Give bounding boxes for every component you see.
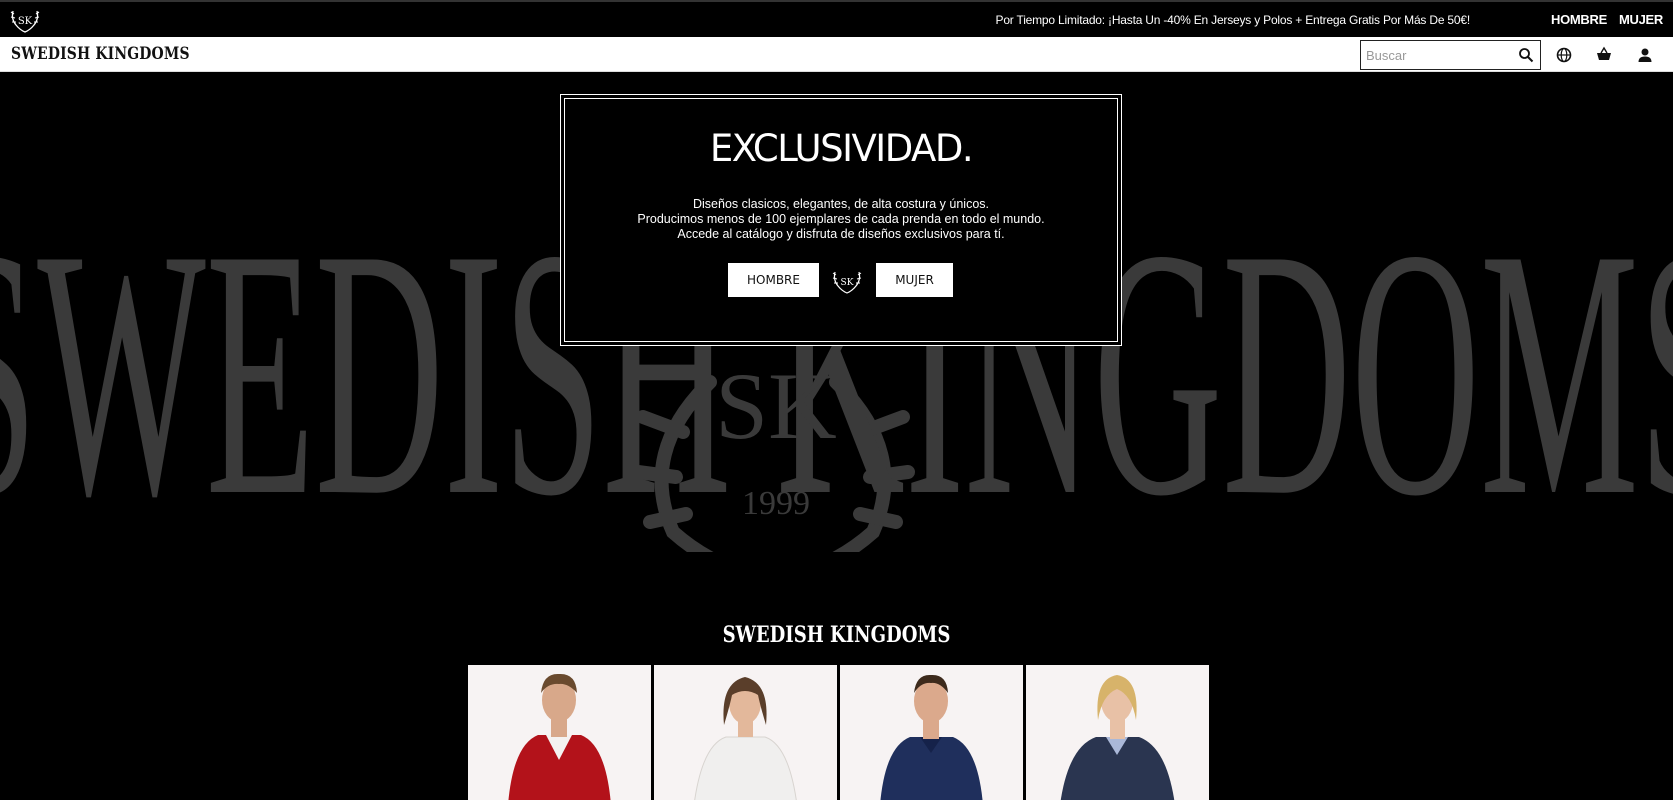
- section-title: SWEDISH KINGDOMS: [722, 622, 951, 648]
- modal-title: EXCLUSIVIDAD.: [709, 127, 974, 170]
- emblem-year: 1999: [742, 485, 810, 522]
- product-card[interactable]: [468, 665, 651, 800]
- hero-banner: SWEDISH KINGDOMS SK 1999 EXCLUSIVIDAD. D…: [0, 72, 1673, 602]
- modal-line-1: Diseños clasicos, elegantes, de alta cos…: [693, 197, 989, 211]
- product-image: [880, 674, 983, 800]
- emblem-initials: SK: [715, 353, 836, 459]
- product-card[interactable]: [1026, 665, 1209, 800]
- modal-line-3: Accede al catálogo y disfruta de diseños…: [677, 227, 1005, 241]
- sk-antler-logo-icon[interactable]: SK: [8, 5, 42, 35]
- sk-antler-logo-icon: SK: [832, 271, 862, 294]
- product-image: [1060, 675, 1175, 800]
- brand-logo[interactable]: SWEDISH KINGDOMS: [11, 44, 190, 64]
- modal-line-2: Producimos menos de 100 ejemplares de ca…: [637, 212, 1045, 226]
- search-input[interactable]: [1361, 42, 1511, 68]
- nav-mujer-link[interactable]: MUJER: [1619, 12, 1663, 27]
- mujer-button[interactable]: MUJER: [876, 263, 953, 297]
- hombre-button[interactable]: HOMBRE: [728, 263, 819, 297]
- product-grid: [468, 665, 1209, 800]
- user-icon[interactable]: [1636, 46, 1654, 64]
- product-image: [694, 677, 797, 800]
- basket-icon[interactable]: [1595, 46, 1613, 64]
- site-header: SWEDISH KINGDOMS: [0, 37, 1673, 72]
- svg-text:SK: SK: [18, 16, 33, 27]
- nav-hombre-link[interactable]: HOMBRE: [1551, 12, 1607, 27]
- product-image: [508, 673, 611, 800]
- product-card[interactable]: [654, 665, 837, 800]
- promo-message: Por Tiempo Limitado: ¡Hasta Un -40% En J…: [995, 13, 1471, 27]
- exclusivity-modal: EXCLUSIVIDAD. Diseños clasicos, elegante…: [560, 94, 1122, 346]
- promo-bar: SK Por Tiempo Limitado: ¡Hasta Un -40% E…: [0, 0, 1673, 37]
- promo-nav: HOMBRE MUJER: [1551, 12, 1663, 27]
- product-card[interactable]: [840, 665, 1023, 800]
- svg-text:SK: SK: [841, 278, 854, 288]
- globe-icon[interactable]: [1555, 46, 1573, 64]
- search-box: [1360, 40, 1541, 70]
- search-icon[interactable]: [1518, 47, 1534, 63]
